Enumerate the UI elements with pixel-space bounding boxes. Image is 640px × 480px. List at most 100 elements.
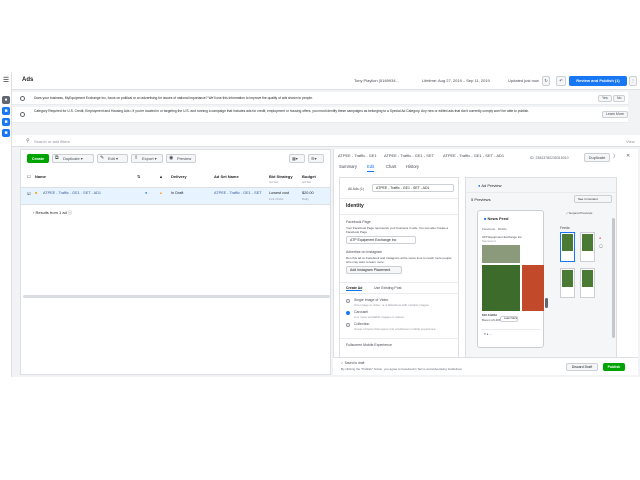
date-range[interactable]: Lifetime: Aug 27, 2019 – Sep 11, 2019	[422, 78, 490, 83]
breadcrumb-ad[interactable]: ATPEE - Traffic - GE1 - SET - AD1	[443, 153, 504, 158]
edit-button[interactable]: ✎ Edit ▾	[97, 154, 128, 163]
discard-draft-button[interactable]: Discard Draft	[566, 363, 598, 371]
yes-button[interactable]: Yes	[598, 95, 612, 102]
header-ad-set-name[interactable]: Ad Set Name	[214, 174, 239, 179]
ad-id: ID: 23843780235315010	[530, 156, 569, 160]
facebook-icon: ■	[484, 216, 487, 221]
tab-chart[interactable]: Chart	[386, 164, 396, 172]
preview-button[interactable]: ◉ Preview	[166, 154, 196, 163]
ad-image-thumb	[482, 245, 520, 263]
export-button[interactable]: ⇧ Export ▾	[131, 154, 163, 163]
vertical-scrollbar[interactable]	[612, 218, 615, 338]
facebook-page-label: Facebook Page	[346, 220, 371, 224]
close-icon[interactable]: ✕	[626, 153, 630, 159]
ad-image-main	[482, 265, 520, 311]
view-button[interactable]: View	[626, 139, 635, 144]
preview-count: 5 Previews	[471, 197, 491, 202]
row-checkbox[interactable]: ☑	[27, 191, 30, 196]
menu-icon[interactable]: ☰	[2, 77, 10, 85]
phone-preview: ■ News Feed Facebook · Mobile ATP Equipm…	[477, 210, 544, 348]
ad-set-name[interactable]: ATPEE - Traffic - GE1 - SET	[214, 191, 262, 195]
ads-icon[interactable]: ■	[2, 129, 10, 137]
review-publish-button[interactable]: Review and Publish (1)	[569, 76, 627, 86]
see-in-context-button[interactable]: See in Context	[574, 195, 612, 203]
campaigns-icon[interactable]: ■	[2, 107, 10, 115]
saved-text: Saved to draft	[344, 361, 365, 365]
divider	[340, 282, 458, 283]
updated-status: Updated just now	[508, 78, 539, 83]
divider	[466, 192, 616, 193]
discard-icon[interactable]: ↶	[556, 76, 566, 86]
check-icon: ✓	[341, 361, 344, 365]
placement-tile-stories[interactable]	[580, 268, 595, 298]
info-icon	[20, 96, 25, 101]
ad-preview-label: Ad Preview	[481, 183, 502, 188]
edit-label: Edit	[108, 156, 115, 161]
columns-button[interactable]: ▦▾	[289, 154, 305, 163]
search-icon: ⚲	[26, 138, 30, 144]
format-single-desc: One image or video, or a slideshow with …	[354, 303, 429, 307]
placement-tile-feed[interactable]	[560, 232, 575, 262]
ad-name-input[interactable]: ATPEE - Traffic - GE1 - SET - AD1	[372, 184, 454, 192]
horizontal-scrollbar[interactable]	[23, 295, 330, 298]
error-icon: ●	[599, 236, 602, 240]
toggle-switch[interactable]: ●	[145, 191, 147, 195]
tab-edit[interactable]: Edit	[367, 164, 375, 172]
tab-summary[interactable]: Summary	[339, 164, 357, 172]
refresh-button[interactable]: ↻	[542, 76, 550, 86]
header-delivery[interactable]: Delivery	[171, 174, 187, 179]
ad-name[interactable]: ATPEE - Traffic - GE1 - SET - AD1	[43, 191, 101, 195]
header-budget[interactable]: Budget	[302, 174, 316, 179]
header-bid-strategy[interactable]: Bid Strategy	[269, 174, 293, 179]
breadcrumb-campaign[interactable]: ATPEE - Traffic - GE1	[338, 153, 377, 158]
tab-history[interactable]: History	[406, 164, 419, 172]
facebook-page-select[interactable]: ATP Equipment Exchange Inc	[346, 236, 416, 244]
tab-create-ad[interactable]: Create Ad	[346, 286, 363, 291]
search-input[interactable]: Search or add filters	[34, 139, 70, 144]
no-button[interactable]: No	[613, 95, 626, 102]
account-icon[interactable]: ●	[2, 96, 10, 104]
news-feed-text: News Feed	[487, 216, 509, 221]
publish-button[interactable]: Publish	[603, 363, 625, 371]
all-ads-label: All Ads (1)	[348, 187, 364, 191]
news-feed-label: ■ News Feed	[484, 216, 508, 221]
format-carousel-desc: 2 or more scrollable images or videos	[354, 315, 404, 319]
scroll-down-icon[interactable]	[545, 298, 548, 308]
duplicate-button[interactable]: ⧉ Duplicate ▾	[52, 154, 94, 163]
duplicate-icon: ⧉	[55, 155, 59, 161]
breadcrumb-adset[interactable]: ATPEE - Traffic - GE1 - SET	[384, 153, 434, 158]
terms-text: By clicking the "Publish" button, you ag…	[341, 367, 462, 371]
editor-footer: ✓ Saved to draft By clicking the "Publis…	[333, 357, 638, 375]
card-cta-button[interactable]: Learn More	[500, 316, 518, 322]
budget-sub: Daily	[302, 197, 309, 201]
format-collection-desc: Group of items that opens into a fullscr…	[354, 327, 436, 331]
format-carousel-radio[interactable]	[346, 311, 350, 315]
create-button[interactable]: Create	[27, 154, 49, 163]
warning-icon: ▲	[159, 174, 163, 179]
select-all-checkbox[interactable]: ☐	[27, 174, 31, 179]
format-collection-radio[interactable]	[346, 323, 350, 327]
placement-tile-instagram[interactable]	[580, 232, 595, 262]
table-row[interactable]: ☑ ■ ATPEE - Traffic - GE1 - SET - AD1 ● …	[21, 188, 330, 205]
header-bid-strategy-sub: Ad Set	[269, 180, 279, 184]
placement-tile-marketplace[interactable]	[560, 268, 575, 298]
facebook-page-help: Your Facebook Page represents your busin…	[346, 226, 449, 234]
expand-previews-button[interactable]: ⤢ Expand Previews	[566, 211, 592, 215]
duplicate-ad-button[interactable]: Duplicate	[584, 153, 610, 162]
format-collection-title: Collection	[354, 322, 370, 326]
table-header: ☐ Name ⇅ ▲ Delivery Ad Set Name Bid Stra…	[21, 170, 330, 188]
tab-use-existing-post[interactable]: Use Existing Post	[374, 286, 401, 290]
format-single-radio[interactable]	[346, 299, 350, 303]
search-bar[interactable]: ⚲ Search or add filters View	[12, 135, 640, 147]
budget: $20.00	[302, 191, 314, 195]
more-options-button[interactable]: ⋮	[629, 76, 637, 86]
learn-more-button[interactable]: Learn More	[602, 111, 628, 118]
add-instagram-button[interactable]: Add Instagram Placement	[346, 266, 402, 274]
header-name[interactable]: Name	[35, 174, 46, 179]
adsets-icon[interactable]: ■	[2, 118, 10, 126]
ad-editor-panel: ATPEE - Traffic - GE1 ATPEE - Traffic - …	[333, 149, 638, 375]
ad-preview-toggle[interactable]: ● Ad Preview	[478, 183, 502, 188]
breakdown-button[interactable]: ☰▾	[308, 154, 324, 163]
collapse-icon[interactable]: 〉	[613, 153, 618, 160]
account-selector[interactable]: Tony Playlion (5169934...	[354, 78, 399, 83]
